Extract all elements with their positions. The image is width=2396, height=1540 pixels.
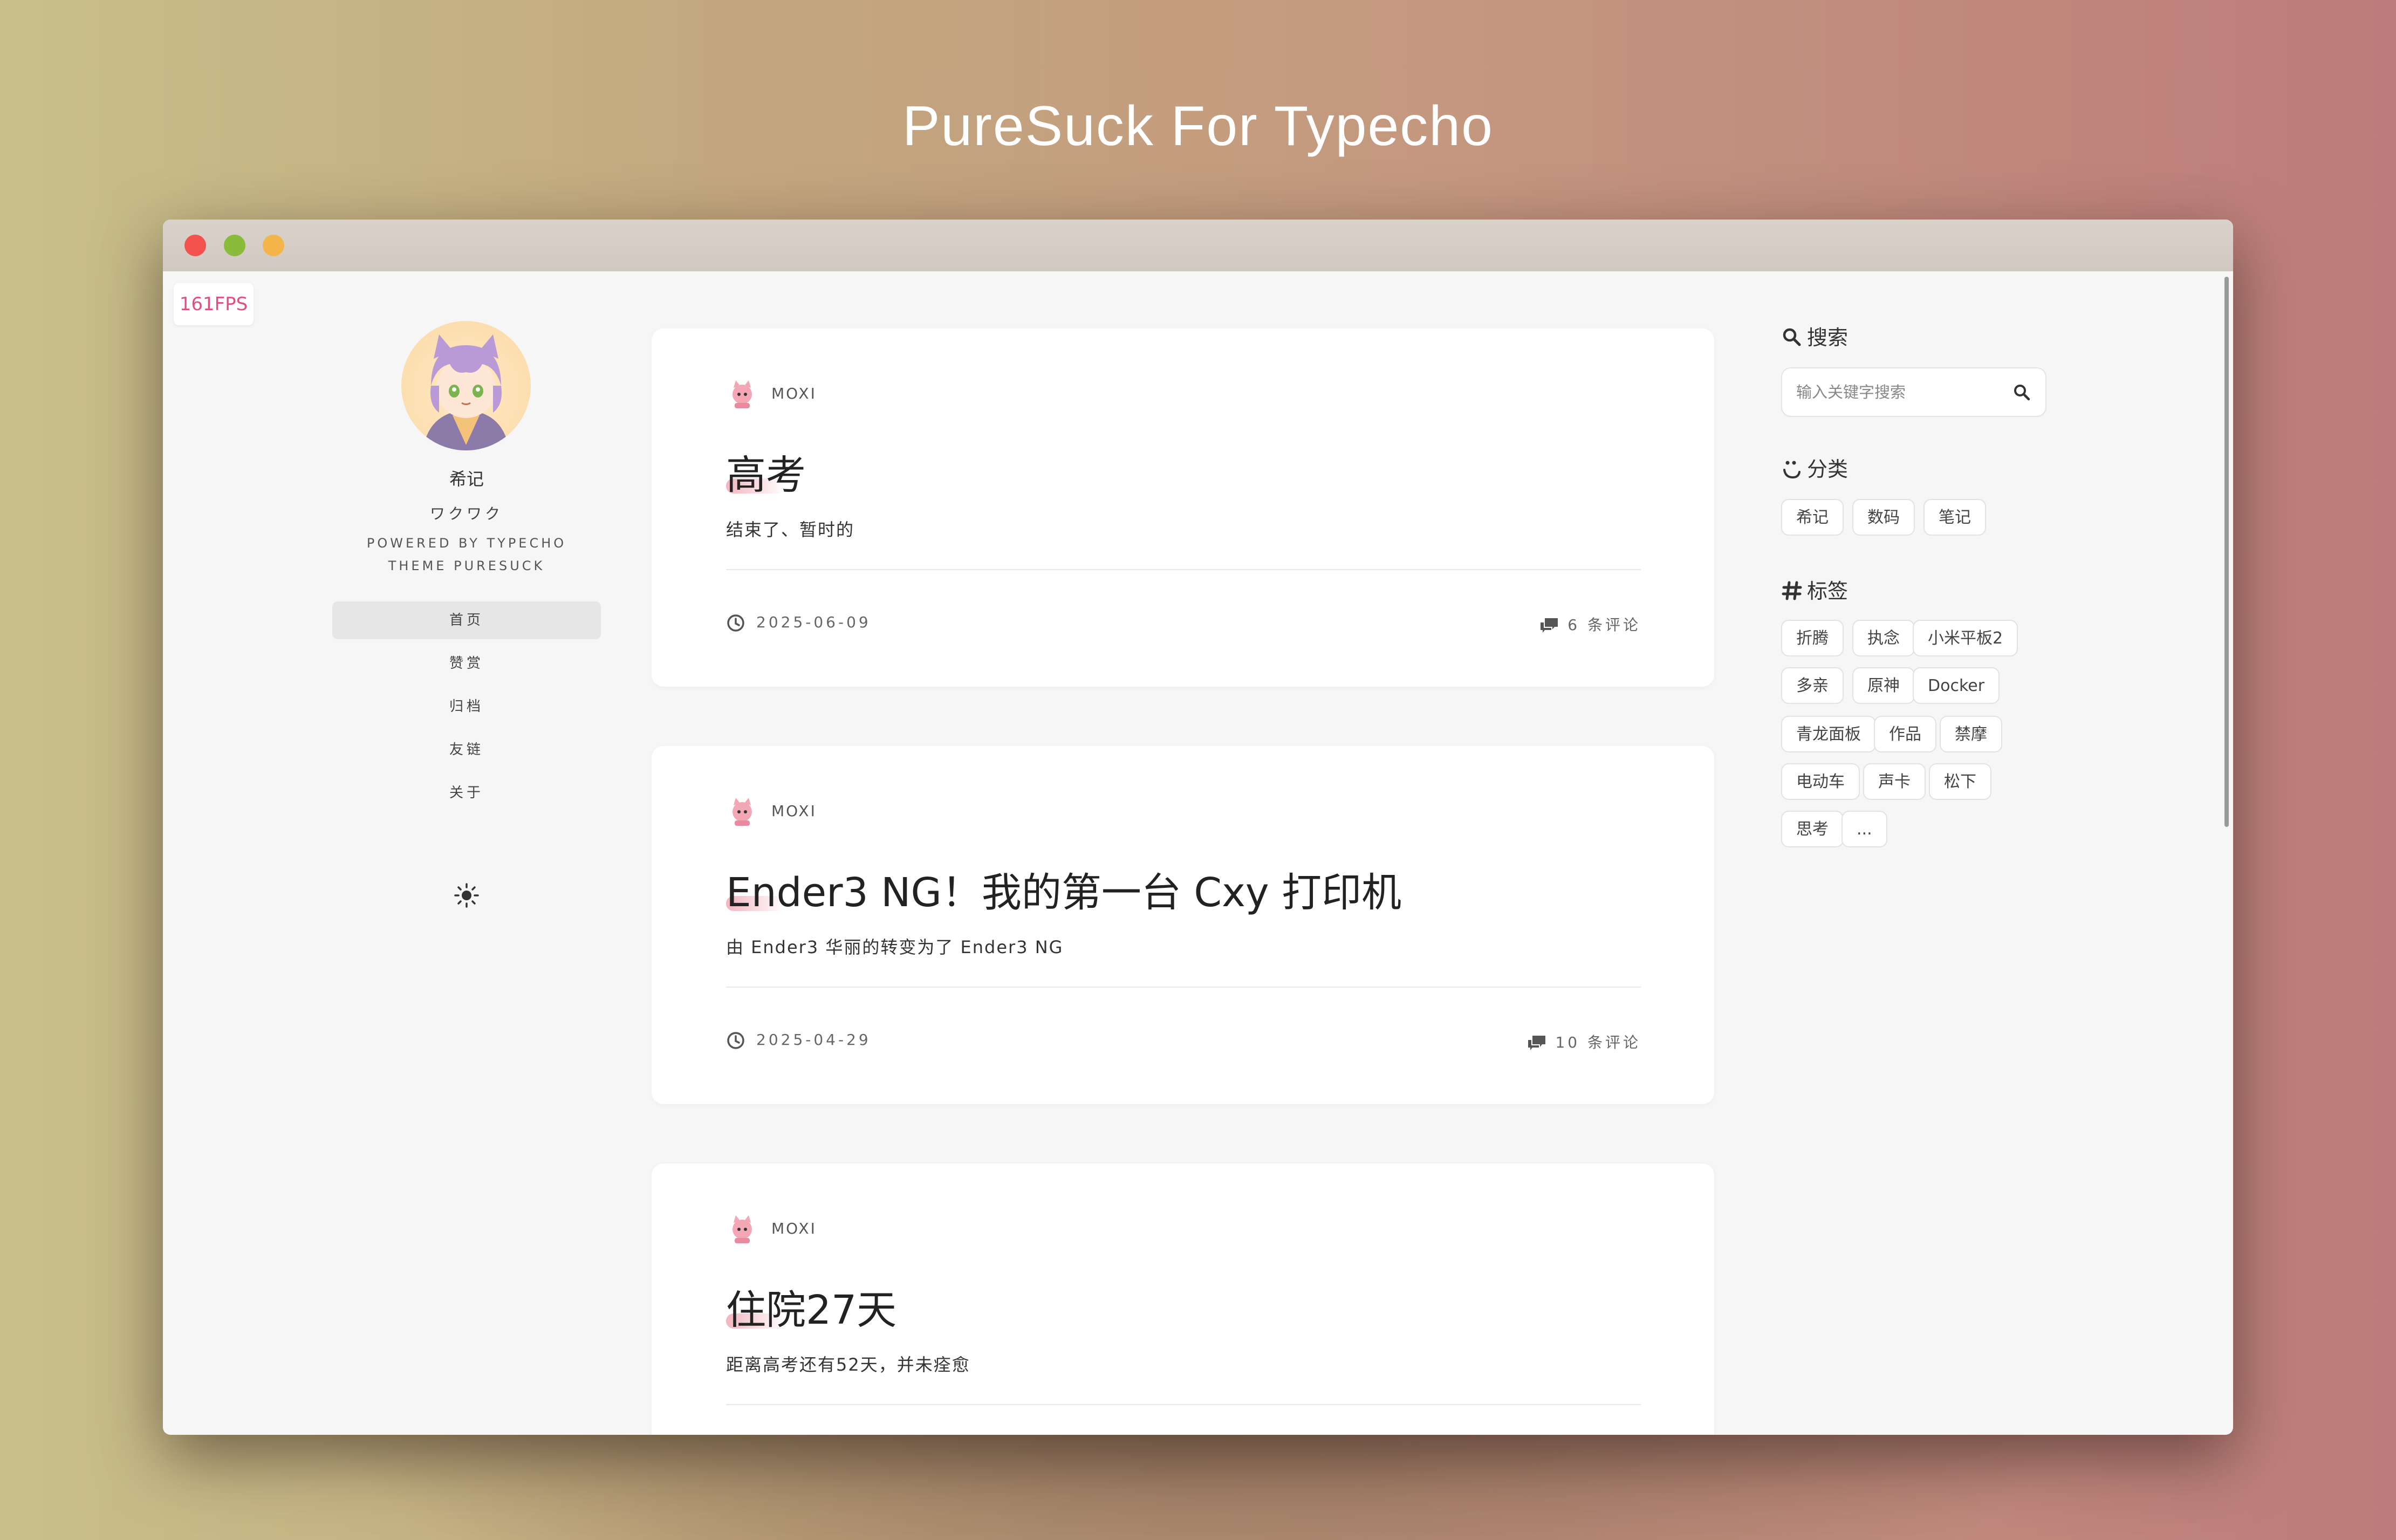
tag-chip[interactable]: 声卡 bbox=[1863, 763, 1926, 800]
close-window-button[interactable] bbox=[184, 235, 206, 256]
tag-chip[interactable]: 原神 bbox=[1852, 667, 1915, 704]
post-comments[interactable]: 10 条评论 bbox=[1526, 1031, 1641, 1053]
browser-window: 161FPS 希记 ワクワク POWERED BY TYPECHO THEME … bbox=[163, 220, 2233, 1435]
tags-widget-title: 标签 bbox=[1781, 574, 1848, 604]
post-date: 2025-06-09 bbox=[756, 613, 871, 631]
category-chip[interactable]: 希记 bbox=[1781, 499, 1844, 536]
nav-item-home[interactable]: 首页 bbox=[332, 601, 601, 639]
author-avatar-icon bbox=[733, 1215, 752, 1243]
main-nav: 首页 赞赏 归档 友链 关于 bbox=[332, 601, 601, 817]
post-title-wrap: 住院27天 bbox=[726, 1278, 896, 1336]
search-box bbox=[1781, 367, 2046, 417]
post-excerpt: 结束了、暂时的 bbox=[726, 519, 855, 540]
avatar-illustration bbox=[423, 334, 509, 450]
categories-widget-label: 分类 bbox=[1807, 457, 1849, 481]
author-avatar-icon bbox=[733, 798, 752, 826]
nav-item-donate[interactable]: 赞赏 bbox=[332, 645, 601, 682]
minimize-window-button[interactable] bbox=[224, 235, 245, 256]
tag-chip[interactable]: 青龙面板 bbox=[1781, 716, 1876, 752]
nav-item-archive[interactable]: 归档 bbox=[332, 688, 601, 725]
post-comments[interactable]: 6 条评论 bbox=[1538, 613, 1641, 635]
tag-chip[interactable]: 松下 bbox=[1929, 763, 1991, 800]
search-input[interactable] bbox=[1795, 378, 1991, 406]
tag-chip[interactable]: 电动车 bbox=[1781, 763, 1860, 800]
author-avatar-icon bbox=[733, 380, 752, 408]
window-titlebar bbox=[163, 220, 2233, 271]
category-chip[interactable]: 数码 bbox=[1852, 499, 1915, 536]
post-author[interactable]: MOXI bbox=[771, 802, 817, 820]
hero-title: PureSuck For Typecho bbox=[902, 95, 1494, 158]
site-name: 希记 bbox=[449, 469, 484, 489]
hash-icon bbox=[1782, 581, 1802, 600]
post-excerpt: 由 Ender3 华丽的转变为了 Ender3 NG bbox=[726, 937, 1064, 957]
search-submit-icon[interactable] bbox=[2012, 382, 2031, 402]
clock-icon bbox=[727, 614, 744, 632]
post-author[interactable]: MOXI bbox=[771, 385, 817, 402]
post-title[interactable]: Ender3 NG！我的第一台 Cxy 打印机 bbox=[726, 860, 1401, 918]
site-motto: ワクワク bbox=[429, 505, 503, 523]
post-author[interactable]: MOXI bbox=[771, 1220, 817, 1237]
sun-icon[interactable] bbox=[453, 882, 480, 909]
nav-item-friends[interactable]: 友链 bbox=[332, 731, 601, 769]
post-card[interactable]: MOXI 住院27天 距离高考还有52天，并未痊愈 bbox=[652, 1163, 1714, 1435]
post-title-wrap: 高考 bbox=[726, 443, 806, 501]
tag-more-chip[interactable]: ... bbox=[1842, 811, 1887, 847]
tag-chip[interactable]: 折腾 bbox=[1781, 620, 1844, 656]
tag-chip[interactable]: 禁摩 bbox=[1940, 716, 2002, 752]
smile-icon bbox=[1783, 461, 1801, 479]
avatar[interactable] bbox=[401, 321, 531, 450]
tag-chip[interactable]: Docker bbox=[1913, 667, 2000, 704]
page-content: 161FPS 希记 ワクワク POWERED BY TYPECHO THEME … bbox=[163, 271, 2233, 1435]
tag-chip[interactable]: 多亲 bbox=[1781, 667, 1844, 704]
search-icon bbox=[1783, 328, 1801, 346]
nav-item-about[interactable]: 关于 bbox=[332, 774, 601, 812]
post-comment-count: 10 条评论 bbox=[1555, 1033, 1641, 1051]
maximize-window-button[interactable] bbox=[263, 235, 284, 256]
comments-icon bbox=[1528, 1036, 1546, 1050]
post-card[interactable]: MOXI 高考 结束了、暂时的 2025-06-09 6 条评论 bbox=[652, 328, 1714, 687]
scrollbar-thumb[interactable] bbox=[2224, 277, 2229, 827]
post-comment-count: 6 条评论 bbox=[1567, 616, 1641, 634]
search-widget-label: 搜索 bbox=[1807, 326, 1849, 350]
fps-counter: 161FPS bbox=[174, 283, 254, 325]
post-excerpt: 距离高考还有52天，并未痊愈 bbox=[726, 1354, 970, 1375]
categories-widget-title: 分类 bbox=[1781, 453, 1848, 482]
comments-icon bbox=[1541, 618, 1558, 633]
post-date: 2025-04-29 bbox=[756, 1031, 871, 1049]
post-divider bbox=[726, 569, 1641, 570]
tags-widget-label: 标签 bbox=[1807, 579, 1849, 603]
category-chip[interactable]: 笔记 bbox=[1923, 499, 1986, 536]
post-card[interactable]: MOXI Ender3 NG！我的第一台 Cxy 打印机 由 Ender3 华丽… bbox=[652, 746, 1714, 1104]
post-title[interactable]: 高考 bbox=[726, 443, 806, 501]
powered-by-text: POWERED BY TYPECHO bbox=[366, 536, 567, 551]
tag-chip[interactable]: 小米平板2 bbox=[1913, 620, 2018, 656]
theme-name-text: THEME PURESUCK bbox=[388, 558, 545, 573]
tag-chip[interactable]: 作品 bbox=[1874, 716, 1936, 752]
post-divider bbox=[726, 987, 1641, 988]
post-title-wrap: Ender3 NG！我的第一台 Cxy 打印机 bbox=[726, 860, 1401, 918]
clock-icon bbox=[727, 1032, 744, 1049]
tag-chip[interactable]: 思考 bbox=[1781, 811, 1844, 847]
tag-chip[interactable]: 执念 bbox=[1852, 620, 1915, 656]
search-widget-title: 搜索 bbox=[1781, 321, 1848, 351]
post-divider bbox=[726, 1404, 1641, 1405]
post-title[interactable]: 住院27天 bbox=[726, 1278, 896, 1336]
